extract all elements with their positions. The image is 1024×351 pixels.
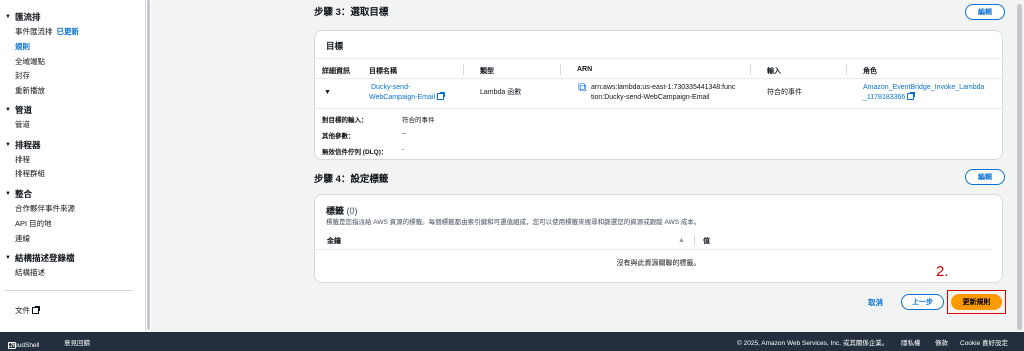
external-link-icon bbox=[437, 92, 446, 100]
side-navigation: ▼ 匯流排 事件匯流排 已更新 規則 全域端點 封存 重新播放 ▼ 管道 管道 ▼ 排程… bbox=[0, 0, 146, 332]
expand-row-caret-icon[interactable]: ▼ bbox=[324, 88, 331, 98]
detail-value-dlq: - bbox=[402, 146, 405, 153]
nav-section-schema-registry[interactable]: ▼ 結構描述登錄檔 bbox=[5, 252, 74, 264]
scrollbar-thumb[interactable] bbox=[147, 0, 150, 330]
col-separator bbox=[694, 235, 695, 246]
caret-down-icon: ▼ bbox=[5, 191, 11, 197]
sort-icon[interactable]: ▲ bbox=[678, 236, 685, 246]
cookie-preferences-link[interactable]: Cookie 喜好設定 bbox=[960, 337, 1008, 347]
nav-item-api-destinations[interactable]: API 目的地 bbox=[15, 218, 52, 229]
detail-label-parameters: 其他參數： bbox=[322, 133, 355, 140]
detail-value-input: 符合的事件 bbox=[402, 117, 435, 124]
nav-item-rules[interactable]: 規則 bbox=[15, 41, 30, 52]
col-header-details: 詳細資訊 bbox=[322, 68, 350, 75]
annotation-step-number: 2. bbox=[936, 263, 949, 280]
copyright-text: © 2025, Amazon Web Services, Inc. 或其關係企業… bbox=[737, 340, 889, 347]
tags-panel bbox=[314, 194, 1003, 283]
step4-edit-button[interactable]: 編輯 bbox=[965, 169, 1005, 185]
sidebar-scrollbar[interactable] bbox=[146, 0, 151, 332]
detail-label-input: 對目標的輸入： bbox=[322, 117, 368, 124]
target-input: 符合的事件 bbox=[767, 89, 802, 96]
main-scrollbar[interactable] bbox=[1014, 0, 1024, 332]
tags-header-divider bbox=[315, 249, 992, 250]
detail-value-parameters: -- bbox=[402, 130, 407, 137]
tags-col-value: 值 bbox=[703, 238, 710, 245]
target-arn: arn:aws:lambda:us-east-1:730335441348:fu… bbox=[591, 84, 736, 101]
col-header-arn: ARN bbox=[577, 66, 593, 73]
col-header-target-name: 目標名稱 bbox=[369, 68, 397, 75]
detail-label-dlq: 無效信件佇列 (DLQ)： bbox=[322, 149, 388, 156]
nav-item-partner-event-sources[interactable]: 合作夥伴事件來源 bbox=[15, 203, 75, 214]
privacy-link[interactable]: 隱私權 bbox=[901, 337, 921, 347]
col-separator bbox=[750, 64, 751, 75]
header-divider bbox=[315, 78, 1002, 79]
row-divider bbox=[315, 108, 1002, 109]
step4-title: 步驟 4：設定標籤 bbox=[314, 174, 389, 185]
external-link-icon bbox=[907, 92, 916, 100]
caret-down-icon: ▼ bbox=[5, 107, 11, 113]
tags-empty-state: 沒有與此資源關聯的標籤。 bbox=[616, 260, 701, 267]
col-separator bbox=[560, 64, 561, 75]
tags-col-key: 金鑰 bbox=[327, 238, 341, 245]
tags-count: (0) bbox=[346, 206, 358, 216]
caret-down-icon: ▼ bbox=[5, 142, 11, 148]
nav-item-documentation[interactable]: 文件 bbox=[15, 305, 40, 316]
updated-badge: 已更新 bbox=[56, 27, 80, 36]
nav-item-schemas[interactable]: 結構描述 bbox=[15, 267, 45, 278]
col-header-role: 角色 bbox=[863, 68, 877, 75]
nav-section-pipes[interactable]: ▼ 管道 bbox=[5, 104, 32, 116]
target-name-link[interactable]: Ducky-send- WebCampaign-Email bbox=[369, 83, 446, 103]
nav-item-pipes[interactable]: 管道 bbox=[15, 119, 30, 130]
nav-item-event-buses[interactable]: 事件匯流排 已更新 bbox=[15, 26, 79, 37]
terms-link[interactable]: 條款 bbox=[935, 337, 948, 347]
external-link-icon bbox=[32, 306, 40, 314]
feedback-link[interactable]: 意見回饋 bbox=[64, 337, 90, 347]
panel-divider bbox=[315, 58, 1002, 59]
caret-down-icon: ▼ bbox=[5, 255, 11, 261]
targets-panel-title: 目標 bbox=[326, 41, 344, 51]
console-footer: > CloudShell 意見回饋 © 2025, Amazon Web Serv… bbox=[0, 332, 1024, 351]
nav-item-connections[interactable]: 連線 bbox=[15, 233, 30, 244]
nav-divider bbox=[5, 290, 133, 291]
target-type: Lambda 函數 bbox=[480, 89, 522, 96]
previous-button[interactable]: 上一步 bbox=[901, 294, 944, 310]
nav-item-archives[interactable]: 封存 bbox=[15, 70, 30, 81]
col-separator bbox=[846, 64, 847, 75]
scrollbar-thumb[interactable] bbox=[1017, 4, 1022, 330]
nav-item-global-endpoints[interactable]: 全域端點 bbox=[15, 56, 45, 67]
role-link[interactable]: Amazon_EventBridge_Invoke_Lambda _117818… bbox=[863, 83, 984, 103]
step3-edit-button[interactable]: 編輯 bbox=[965, 4, 1005, 20]
tags-description: 標籤是您指派給 AWS 資源的標籤。每個標籤都由索引鍵和可選值組成，您可以使用標… bbox=[326, 219, 701, 226]
nav-item-schedule-groups[interactable]: 排程群組 bbox=[15, 168, 45, 179]
copy-icon[interactable]: ⧉ bbox=[578, 81, 587, 93]
nav-item-schedules[interactable]: 排程 bbox=[15, 154, 30, 165]
nav-item-replays[interactable]: 重新播放 bbox=[15, 85, 45, 96]
col-header-type: 類型 bbox=[480, 68, 494, 75]
nav-section-integration[interactable]: ▼ 整合 bbox=[5, 188, 32, 200]
col-header-input: 輸入 bbox=[767, 68, 781, 75]
annotation-highlight-box bbox=[947, 290, 1006, 314]
col-separator bbox=[463, 64, 464, 75]
caret-down-icon: ▼ bbox=[5, 14, 11, 20]
cancel-button[interactable]: 取消 bbox=[868, 297, 883, 308]
step3-title: 步驟 3：選取目標 bbox=[314, 7, 389, 18]
nav-section-buses[interactable]: ▼ 匯流排 bbox=[5, 11, 40, 23]
nav-section-scheduler[interactable]: ▼ 排程器 bbox=[5, 139, 40, 151]
